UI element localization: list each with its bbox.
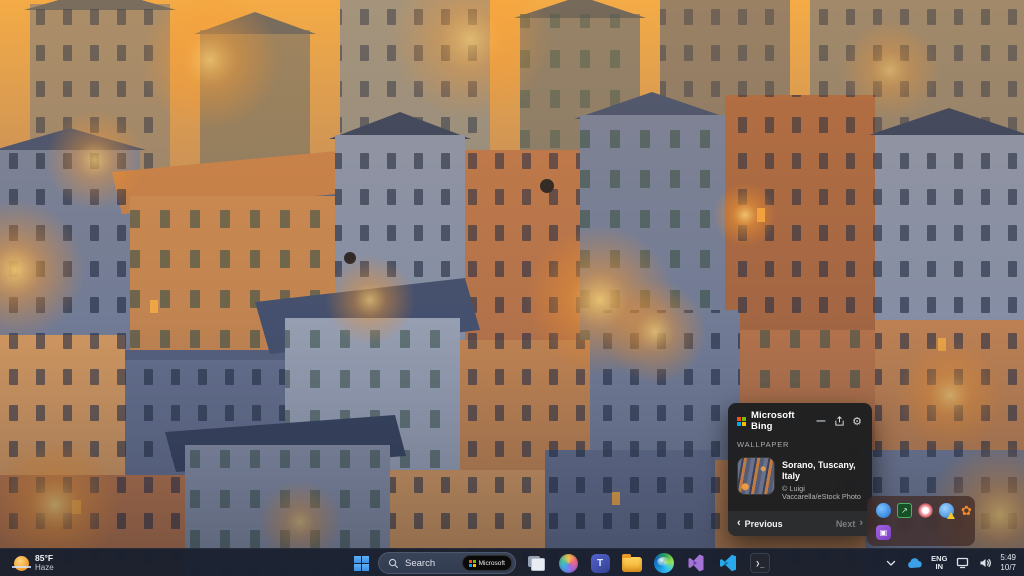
teams-button[interactable]: T <box>588 551 612 575</box>
task-view-icon <box>528 556 545 571</box>
tray-app-cloud-warning-icon[interactable] <box>939 503 954 518</box>
windows-start-icon <box>354 556 369 571</box>
share-button[interactable] <box>832 414 846 428</box>
tray-app-blue-icon[interactable] <box>876 503 891 518</box>
taskbar: 85°F Haze Search Microsoft T <box>0 548 1024 576</box>
wallpaper-section-label: WALLPAPER <box>728 434 872 453</box>
bing-widget-header: Microsoft Bing – ⚙ <box>728 403 872 434</box>
vscode-icon <box>718 553 738 573</box>
task-view-button[interactable] <box>524 551 548 575</box>
taskbar-app-icons: T ❯_ <box>524 549 772 576</box>
volume-button[interactable] <box>977 551 993 575</box>
badge-label: Microsoft <box>479 560 505 567</box>
tray-chevron-button[interactable] <box>883 551 899 575</box>
previous-label: Previous <box>745 519 783 529</box>
search-placeholder: Search <box>405 558 456 569</box>
copilot-button[interactable] <box>556 551 580 575</box>
previous-button[interactable]: ‹ Previous <box>737 518 783 529</box>
minimize-button[interactable]: – <box>814 414 828 428</box>
bing-widget-title: Microsoft Bing <box>751 410 810 432</box>
search-highlight-badge[interactable]: Microsoft <box>462 555 512 571</box>
bing-widget-footer: ‹ Previous Next › <box>728 511 872 536</box>
visual-studio-icon <box>686 553 706 573</box>
wallpaper-thumbnail[interactable] <box>737 457 775 495</box>
network-button[interactable] <box>954 551 970 575</box>
microsoft-logo-icon <box>737 417 746 426</box>
search-icon <box>388 558 399 569</box>
visual-studio-button[interactable] <box>684 551 708 575</box>
tray-app-orange-flower-icon[interactable]: ✿ <box>959 503 974 518</box>
weather-condition: Haze <box>35 563 54 572</box>
network-icon <box>956 557 969 569</box>
file-explorer-button[interactable] <box>620 551 644 575</box>
bing-widget-body: Sorano, Tuscany, Italy © Luigi Vaccarell… <box>728 453 872 511</box>
system-tray: ENG IN 5:49 10/7 <box>883 549 1024 576</box>
next-label: Next <box>836 519 856 529</box>
hazy-sun-icon <box>14 556 29 571</box>
tray-app-dot-icon[interactable] <box>918 503 933 518</box>
chevron-down-icon <box>886 560 896 567</box>
teams-icon: T <box>591 554 610 573</box>
file-explorer-icon <box>622 557 642 572</box>
onedrive-cloud-icon <box>907 558 923 569</box>
edge-icon <box>654 553 674 573</box>
chevron-right-icon: › <box>859 518 863 529</box>
search-box[interactable]: Search Microsoft <box>378 552 516 574</box>
language-line2: IN <box>936 563 944 571</box>
language-indicator[interactable]: ENG IN <box>931 551 947 575</box>
weather-widget[interactable]: 85°F Haze <box>6 549 62 576</box>
terminal-icon: ❯_ <box>750 553 770 573</box>
tray-app-purple-icon[interactable]: ▣ <box>876 525 891 540</box>
chevron-left-icon: ‹ <box>737 518 741 529</box>
speaker-icon <box>979 557 992 569</box>
wallpaper-credit: © Luigi Vaccarella/eStock Photo <box>782 485 864 503</box>
clock-time: 5:49 <box>1000 553 1016 563</box>
tray-app-green-icon[interactable]: ↗ <box>897 503 912 518</box>
terminal-button[interactable]: ❯_ <box>748 551 772 575</box>
desktop: Microsoft Bing – ⚙ WALLPAPER Sorano, Tus… <box>0 0 1024 576</box>
weather-temperature: 85°F <box>35 554 54 564</box>
vscode-button[interactable] <box>716 551 740 575</box>
bing-wallpaper-widget: Microsoft Bing – ⚙ WALLPAPER Sorano, Tus… <box>728 403 872 536</box>
next-button[interactable]: Next › <box>836 518 863 529</box>
settings-gear-button[interactable]: ⚙ <box>850 414 864 428</box>
clock[interactable]: 5:49 10/7 <box>1000 551 1016 575</box>
edge-button[interactable] <box>652 551 676 575</box>
start-button[interactable] <box>350 552 372 574</box>
copilot-icon <box>559 554 578 573</box>
onedrive-button[interactable] <box>906 551 924 575</box>
microsoft-logo-icon <box>469 560 476 567</box>
wallpaper-title: Sorano, Tuscany, Italy <box>782 460 864 483</box>
clock-date: 10/7 <box>1000 563 1016 573</box>
tray-overflow-flyout: ↗ ✿ ▣ <box>867 496 975 546</box>
